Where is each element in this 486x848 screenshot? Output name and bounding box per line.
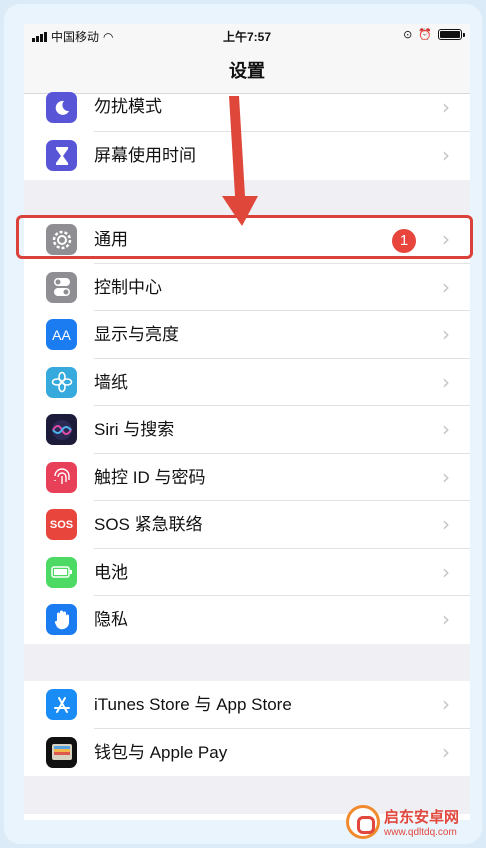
pointer-arrow-icon bbox=[222, 96, 258, 226]
watermark-logo-icon bbox=[346, 805, 380, 839]
watermark-title: 启东安卓网 bbox=[384, 809, 460, 826]
watermark-url: www.qdltdq.com bbox=[384, 827, 457, 838]
watermark: 启东安卓网 www.qdltdq.com bbox=[346, 800, 482, 844]
